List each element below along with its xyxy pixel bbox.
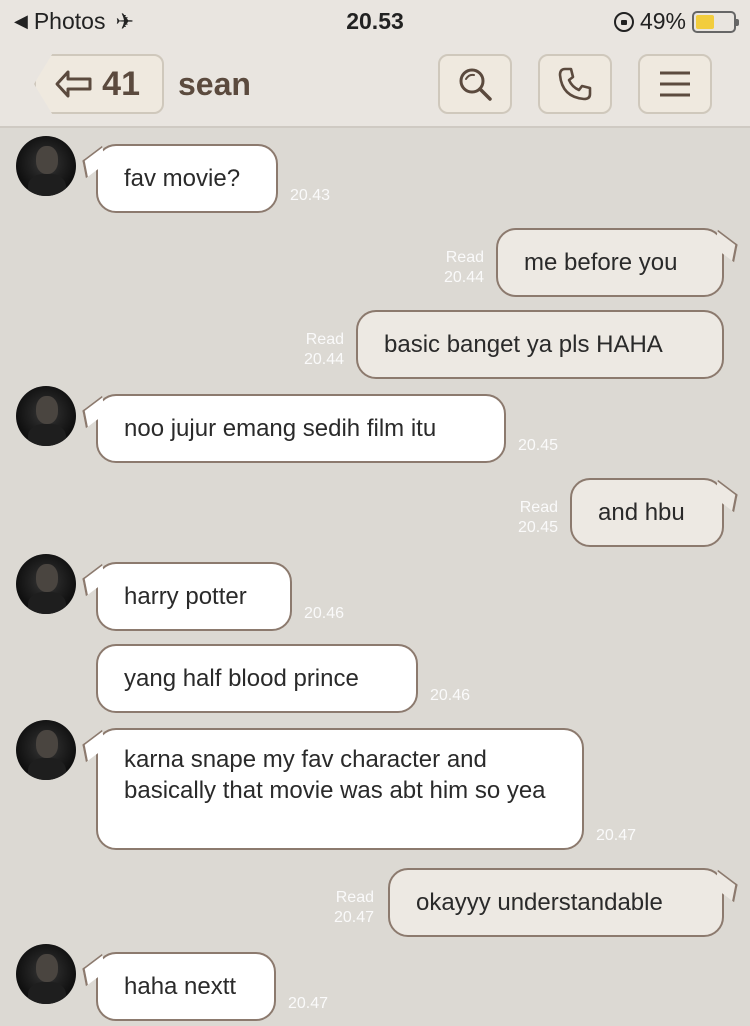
back-button[interactable]: 41	[34, 54, 164, 114]
read-status: Read	[445, 249, 484, 266]
battery-level	[696, 14, 714, 29]
battery-percent: 49%	[639, 8, 686, 34]
message-time: 20.47	[288, 995, 329, 1012]
message-time: 20.45	[518, 437, 559, 454]
message-time: 20.47	[596, 827, 637, 844]
message-time: 20.44	[443, 269, 484, 286]
message-time: 20.43	[290, 187, 331, 204]
message-meta: Read 20.44	[444, 248, 484, 288]
message-text: and hbu	[598, 499, 685, 526]
message-text: yang half blood prince	[124, 665, 359, 692]
call-button[interactable]	[538, 54, 612, 114]
message-text: me before you	[524, 249, 678, 276]
message-time: 20.46	[430, 687, 471, 704]
battery-icon	[692, 10, 739, 33]
search-button[interactable]	[438, 54, 512, 114]
message-time: 20.45	[517, 519, 558, 536]
avatar[interactable]	[16, 136, 76, 196]
message-list[interactable]: fav movie? 20.43 Read 20.44 me before yo…	[0, 130, 750, 1026]
message-time: 20.47	[333, 909, 374, 926]
message-text: noo jujur emang sedih film itu	[124, 415, 437, 442]
status-bar: ◀ Photos ✈ 20.53 49%	[0, 0, 750, 40]
status-right: 49%	[613, 8, 739, 35]
menu-icon	[660, 71, 690, 97]
outgoing-message[interactable]: okayyy understandable	[388, 868, 724, 937]
avatar[interactable]	[16, 554, 76, 614]
incoming-message[interactable]: harry potter	[96, 562, 292, 631]
incoming-message[interactable]: noo jujur emang sedih film itu	[96, 394, 506, 463]
message-meta: Read 20.45	[518, 498, 558, 538]
arrow-left-icon	[55, 70, 92, 98]
avatar[interactable]	[16, 944, 76, 1004]
phone-icon	[558, 67, 592, 101]
rotation-lock-icon	[613, 11, 634, 32]
message-text: harry potter	[124, 583, 247, 610]
incoming-message[interactable]: fav movie?	[96, 144, 278, 213]
message-text: karna snape my fav character and basical…	[124, 746, 546, 804]
read-status: Read	[305, 331, 344, 348]
message-time: 20.44	[303, 351, 344, 368]
outgoing-message[interactable]: basic banget ya pls HAHA	[356, 310, 724, 379]
contact-name: sean	[178, 66, 251, 102]
incoming-message[interactable]: karna snape my fav character and basical…	[96, 728, 584, 850]
read-status: Read	[335, 889, 374, 906]
incoming-message[interactable]: yang half blood prince	[96, 644, 418, 713]
message-text: basic banget ya pls HAHA	[384, 331, 663, 358]
chat-header: 41 sean	[0, 40, 750, 128]
outgoing-message[interactable]: and hbu	[570, 478, 724, 547]
message-time: 20.46	[304, 605, 345, 622]
message-meta: Read 20.47	[334, 888, 374, 928]
menu-button[interactable]	[638, 54, 712, 114]
unread-count: 41	[102, 64, 140, 103]
message-text: fav movie?	[124, 165, 241, 192]
avatar[interactable]	[16, 386, 76, 446]
message-text: haha nextt	[124, 973, 237, 1000]
message-text: okayyy understandable	[416, 889, 663, 916]
read-status: Read	[519, 499, 558, 516]
avatar[interactable]	[16, 720, 76, 780]
incoming-message[interactable]: haha nextt	[96, 952, 276, 1021]
search-icon	[459, 68, 492, 101]
message-meta: Read 20.44	[304, 330, 344, 370]
outgoing-message[interactable]: me before you	[496, 228, 724, 297]
